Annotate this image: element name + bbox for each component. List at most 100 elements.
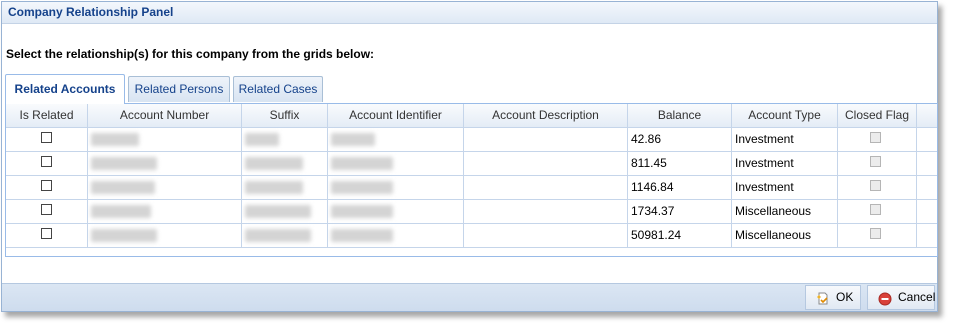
panel-footer: OK Cancel [2,283,937,311]
is-related-checkbox[interactable] [41,204,52,215]
closed-flag-checkbox [870,204,881,215]
account-identifier-cell [328,152,464,175]
table-row[interactable]: 42.86 Investment [6,128,937,152]
suffix-cell [242,176,328,199]
is-related-checkbox[interactable] [41,156,52,167]
table-row[interactable]: 811.45 Investment [6,152,937,176]
account-type-cell: Miscellaneous [732,200,838,223]
closed-flag-checkbox [870,228,881,239]
col-header-account-identifier[interactable]: Account Identifier [328,104,464,127]
closed-flag-cell [838,152,917,175]
company-relationship-panel: Company Relationship Panel Select the re… [1,1,938,312]
col-header-account-number[interactable]: Account Number [88,104,242,127]
grid-header: Is Related Account Number Suffix Account… [6,104,937,128]
document-check-icon [816,291,830,305]
closed-flag-checkbox [870,156,881,167]
is-related-cell [6,224,88,247]
table-row[interactable]: 1146.84 Investment [6,176,937,200]
closed-flag-cell [838,224,917,247]
tab-related-cases[interactable]: Related Cases [233,76,323,102]
account-number-cell [88,224,242,247]
col-header-account-type[interactable]: Account Type [732,104,838,127]
account-number-cell [88,152,242,175]
account-number-cell [88,176,242,199]
ok-button-label: OK [836,290,854,304]
redacted-value [91,181,155,194]
account-identifier-cell [328,176,464,199]
account-number-cell [88,200,242,223]
redacted-value [245,205,311,218]
col-header-account-description[interactable]: Account Description [464,104,628,127]
account-identifier-cell [328,224,464,247]
is-related-cell [6,176,88,199]
balance-cell: 1734.37 [628,200,732,223]
redacted-value [245,133,279,146]
suffix-cell [242,200,328,223]
col-header-balance[interactable]: Balance [628,104,732,127]
redacted-value [331,181,393,194]
row-filler [917,128,937,151]
account-number-cell [88,128,242,151]
row-filler [917,176,937,199]
instruction-text: Select the relationship(s) for this comp… [6,47,375,61]
related-accounts-body: Is Related Account Number Suffix Account… [5,103,938,257]
accounts-grid: Is Related Account Number Suffix Account… [6,104,937,248]
tab-related-persons[interactable]: Related Persons [128,76,230,102]
is-related-cell [6,152,88,175]
is-related-checkbox[interactable] [41,228,52,239]
row-filler [917,200,937,223]
account-description-cell [464,200,628,223]
closed-flag-checkbox [870,180,881,191]
account-description-cell [464,224,628,247]
closed-flag-cell [838,128,917,151]
balance-cell: 50981.24 [628,224,732,247]
account-description-cell [464,176,628,199]
account-type-cell: Miscellaneous [732,224,838,247]
redacted-value [245,157,303,170]
account-type-cell: Investment [732,176,838,199]
table-row[interactable]: 50981.24 Miscellaneous [6,224,937,248]
table-row[interactable]: 1734.37 Miscellaneous [6,200,937,224]
redacted-value [331,229,393,242]
is-related-checkbox[interactable] [41,180,52,191]
is-related-cell [6,200,88,223]
redacted-value [91,205,151,218]
tab-strip: Related Accounts Related Persons Related… [5,74,938,104]
suffix-cell [242,152,328,175]
closed-flag-cell [838,176,917,199]
cancel-button-label: Cancel [898,290,936,304]
col-header-is-related[interactable]: Is Related [6,104,88,127]
panel-title: Company Relationship Panel [2,2,937,24]
col-header-closed-flag[interactable]: Closed Flag [838,104,917,127]
balance-cell: 42.86 [628,128,732,151]
redacted-value [331,205,393,218]
cancel-circle-icon [878,291,892,306]
balance-cell: 811.45 [628,152,732,175]
redacted-value [245,229,311,242]
cancel-button[interactable]: Cancel [867,285,935,310]
col-header-suffix[interactable]: Suffix [242,104,328,127]
header-filler [917,104,937,127]
redacted-value [91,133,139,146]
is-related-checkbox[interactable] [41,132,52,143]
redacted-value [91,229,157,242]
row-filler [917,152,937,175]
account-identifier-cell [328,200,464,223]
redacted-value [91,157,157,170]
closed-flag-cell [838,200,917,223]
redacted-value [331,157,393,170]
balance-cell: 1146.84 [628,176,732,199]
account-description-cell [464,128,628,151]
account-type-cell: Investment [732,128,838,151]
ok-button[interactable]: OK [805,285,861,310]
tab-related-accounts[interactable]: Related Accounts [5,74,125,104]
suffix-cell [242,224,328,247]
redacted-value [331,133,375,146]
closed-flag-checkbox [870,132,881,143]
account-type-cell: Investment [732,152,838,175]
relationship-tabpanel: Related Accounts Related Persons Related… [5,74,938,257]
suffix-cell [242,128,328,151]
row-filler [917,224,937,247]
account-identifier-cell [328,128,464,151]
is-related-cell [6,128,88,151]
